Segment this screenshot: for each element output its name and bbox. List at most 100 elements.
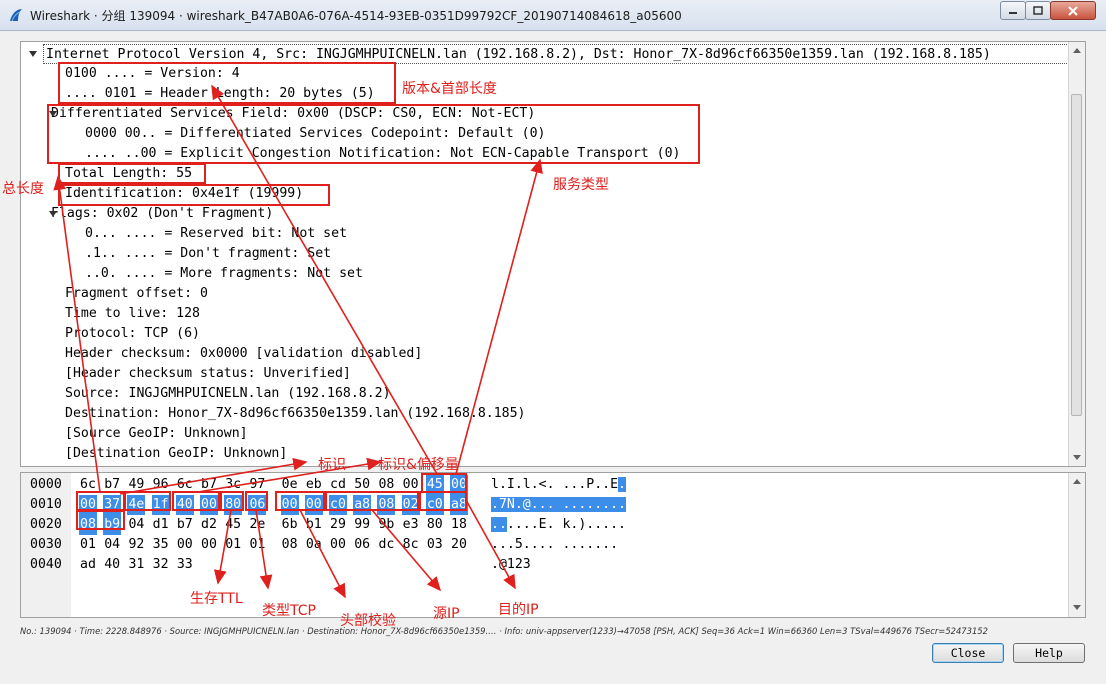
hex-ascii[interactable]: ......E. k.).....: [491, 515, 626, 535]
hex-byte[interactable]: 08: [377, 495, 396, 515]
hex-byte[interactable]: 00: [200, 495, 218, 515]
hex-byte[interactable]: b7: [103, 475, 121, 495]
hex-byte[interactable]: 00: [450, 475, 468, 495]
hex-byte[interactable]: ad: [79, 555, 97, 575]
tree-item[interactable]: 0... .... = Reserved bit: Not set: [85, 224, 347, 244]
tree-item[interactable]: Differentiated Services Field: 0x00 (DSC…: [51, 104, 535, 124]
expand-toggle-icon[interactable]: [49, 111, 57, 117]
hex-byte[interactable]: 00: [402, 475, 420, 495]
hex-byte[interactable]: b7: [176, 515, 194, 535]
scroll-thumb[interactable]: [1071, 94, 1082, 416]
hex-byte[interactable]: 50: [353, 475, 371, 495]
hex-byte[interactable]: d1: [152, 515, 170, 535]
hex-byte[interactable]: 00: [200, 535, 218, 555]
hex-byte[interactable]: d2: [200, 515, 218, 535]
hex-byte[interactable]: 01: [248, 535, 266, 555]
hex-byte[interactable]: c0: [425, 495, 444, 515]
tree-item[interactable]: 0000 00.. = Differentiated Services Code…: [85, 124, 546, 144]
tree-item[interactable]: Source: INGJGMHPUICNELN.lan (192.168.8.2…: [65, 384, 391, 404]
tree-item[interactable]: .... ..00 = Explicit Congestion Notifica…: [85, 144, 680, 164]
hex-row[interactable]: 0030 01 04 92 35 00 00 01 01 08 0a 00 06 dc 8c 03 20 ...5…: [21, 535, 1061, 555]
tree-item[interactable]: Destination: Honor_7X-8d96cf66350e1359.l…: [65, 404, 526, 424]
bytes-scrollbar[interactable]: [1068, 473, 1085, 617]
scroll-down-icon[interactable]: [1073, 455, 1081, 460]
hex-byte[interactable]: 9b: [377, 515, 395, 535]
hex-byte[interactable]: 0a: [305, 535, 323, 555]
hex-row[interactable]: 0040 ad 40 31 32 33 .@123: [21, 555, 1061, 575]
hex-byte[interactable]: 04: [103, 535, 121, 555]
hex-ascii[interactable]: ...5.... .......: [491, 535, 626, 555]
hex-byte[interactable]: 35: [152, 535, 170, 555]
hex-byte[interactable]: 31: [127, 555, 145, 575]
hex-byte[interactable]: e3: [402, 515, 420, 535]
hex-byte[interactable]: 04: [127, 515, 145, 535]
hex-byte[interactable]: 2e: [248, 515, 266, 535]
hex-row[interactable]: 0000 6c b7 49 96 6c b7 3c 97 0e eb cd 50 08 00 45 00 l.I.…: [21, 475, 1061, 495]
hex-byte[interactable]: 00: [280, 495, 299, 515]
hex-byte[interactable]: c0: [329, 495, 347, 515]
hex-byte[interactable]: 00: [176, 535, 194, 555]
hex-byte[interactable]: 6b: [281, 515, 299, 535]
tree-item[interactable]: [Source GeoIP: Unknown]: [65, 424, 248, 444]
hex-byte[interactable]: 40: [103, 555, 121, 575]
maximize-button[interactable]: [1025, 1, 1051, 20]
hex-byte[interactable]: 00: [329, 535, 347, 555]
hex-ascii[interactable]: .@123: [491, 555, 531, 575]
close-button[interactable]: Close: [932, 643, 1004, 663]
tree-item[interactable]: Flags: 0x02 (Don't Fragment): [51, 204, 273, 224]
hex-byte[interactable]: 18: [450, 515, 468, 535]
hex-byte[interactable]: 8c: [402, 535, 420, 555]
hex-byte[interactable]: 99: [353, 515, 371, 535]
window-close-button[interactable]: [1050, 1, 1096, 20]
hex-byte[interactable]: 92: [127, 535, 145, 555]
hex-byte[interactable]: 00: [79, 495, 97, 515]
hex-byte[interactable]: dc: [377, 535, 395, 555]
hex-byte[interactable]: 80: [426, 515, 444, 535]
tree-item[interactable]: .1.. .... = Don't fragment: Set: [85, 244, 331, 264]
hex-byte[interactable]: a8: [353, 495, 372, 515]
hex-byte[interactable]: 06: [248, 495, 267, 515]
hex-ascii[interactable]: .7N.@... ........: [491, 495, 626, 515]
hex-ascii[interactable]: l.I.l.<. ...P..E.: [491, 475, 626, 495]
tree-item[interactable]: Header checksum: 0x0000 [validation disa…: [65, 344, 422, 364]
hex-byte[interactable]: 01: [79, 535, 97, 555]
hex-byte[interactable]: 96: [152, 475, 170, 495]
tree-item[interactable]: Fragment offset: 0: [65, 284, 208, 304]
expand-toggle-icon[interactable]: [29, 51, 37, 57]
hex-byte[interactable]: 45: [224, 515, 242, 535]
tree-item[interactable]: Total Length: 55: [65, 164, 192, 184]
hex-byte[interactable]: 32: [152, 555, 170, 575]
hex-byte[interactable]: 37: [103, 495, 122, 515]
hex-byte[interactable]: 06: [353, 535, 371, 555]
tree-item[interactable]: ..0. .... = More fragments: Not set: [85, 264, 363, 284]
hex-byte[interactable]: b7: [200, 475, 218, 495]
packet-details-pane[interactable]: Internet Protocol Version 4, Src: INGJGM…: [20, 41, 1086, 467]
tree-item-ipv4-header[interactable]: Internet Protocol Version 4, Src: INGJGM…: [43, 44, 1069, 64]
hex-byte[interactable]: 20: [450, 535, 468, 555]
tree-item[interactable]: [Header checksum status: Unverified]: [65, 364, 351, 384]
tree-item[interactable]: 0100 .... = Version: 4: [65, 64, 240, 84]
hex-byte[interactable]: b1: [305, 515, 323, 535]
hex-byte[interactable]: 08: [281, 535, 299, 555]
tree-item[interactable]: [Destination GeoIP: Unknown]: [65, 444, 287, 464]
hex-byte[interactable]: 02: [401, 495, 420, 515]
hex-byte[interactable]: 03: [426, 535, 444, 555]
minimize-button[interactable]: [1000, 1, 1026, 20]
hex-byte[interactable]: eb: [305, 475, 323, 495]
hex-byte[interactable]: 6c: [176, 475, 194, 495]
hex-byte[interactable]: 29: [329, 515, 347, 535]
scroll-up-icon[interactable]: [1073, 479, 1081, 484]
hex-byte[interactable]: a8: [450, 495, 468, 515]
hex-byte[interactable]: 97: [248, 475, 266, 495]
hex-byte[interactable]: b9: [103, 515, 122, 535]
hex-byte[interactable]: cd: [329, 475, 347, 495]
hex-byte[interactable]: 3c: [224, 475, 242, 495]
hex-byte[interactable]: 1f: [151, 495, 170, 515]
tree-item[interactable]: Protocol: TCP (6): [65, 324, 200, 344]
hex-byte[interactable]: 0e: [281, 475, 299, 495]
hex-byte[interactable]: 49: [127, 475, 145, 495]
hex-row[interactable]: 0010 00 37 4e 1f 40 00 80 06 00 00 c0 a8 08 02 c0 a8.7N.…: [21, 495, 1061, 515]
help-button[interactable]: Help: [1013, 643, 1085, 663]
tree-item[interactable]: Time to live: 128: [65, 304, 200, 324]
hex-byte[interactable]: 33: [176, 555, 194, 575]
